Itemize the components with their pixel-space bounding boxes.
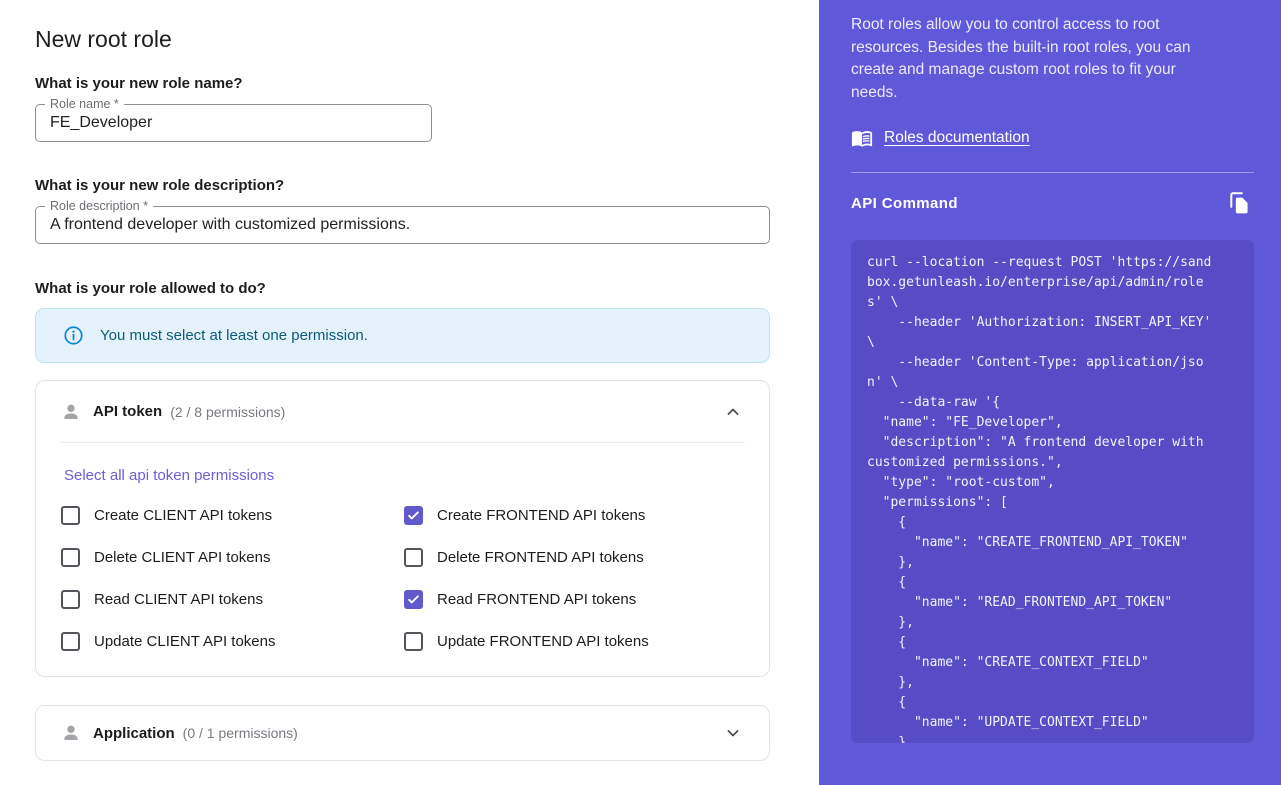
api-token-accordion: API token (2 / 8 permissions) Select all… bbox=[35, 380, 770, 677]
permissions-grid: Create CLIENT API tokens Create FRONTEND… bbox=[61, 506, 745, 651]
permission-row[interactable]: Delete FRONTEND API tokens bbox=[404, 548, 745, 567]
checkbox[interactable] bbox=[404, 632, 423, 651]
application-accordion: Application (0 / 1 permissions) bbox=[35, 705, 770, 761]
root-roles-description: Root roles allow you to control access t… bbox=[851, 14, 1241, 104]
permission-label: Create FRONTEND API tokens bbox=[437, 507, 645, 524]
role-name-field: Role name * bbox=[35, 104, 432, 142]
application-accordion-header[interactable]: Application (0 / 1 permissions) bbox=[36, 706, 769, 760]
accordion-title: API token bbox=[93, 403, 162, 420]
permissions-info-alert: You must select at least one permission. bbox=[35, 308, 770, 363]
role-description-question: What is your new role description? bbox=[35, 177, 284, 194]
role-permissions-question: What is your role allowed to do? bbox=[35, 280, 266, 297]
permission-row[interactable]: Create CLIENT API tokens bbox=[61, 506, 404, 525]
select-all-api-token-permissions-link[interactable]: Select all api token permissions bbox=[64, 467, 274, 484]
book-icon bbox=[851, 127, 873, 149]
role-name-field-label: Role name * bbox=[45, 96, 124, 113]
permission-label: Delete FRONTEND API tokens bbox=[437, 549, 644, 566]
permission-label: Read CLIENT API tokens bbox=[94, 591, 263, 608]
checkbox[interactable] bbox=[404, 548, 423, 567]
permission-label: Delete CLIENT API tokens bbox=[94, 549, 270, 566]
accordion-divider bbox=[60, 442, 745, 443]
curl-command-text: curl --location --request POST 'https://… bbox=[851, 240, 1254, 743]
permission-row[interactable]: Create FRONTEND API tokens bbox=[404, 506, 745, 525]
checkbox[interactable] bbox=[404, 590, 423, 609]
sidebar-divider bbox=[851, 172, 1254, 173]
api-command-title: API Command bbox=[851, 195, 958, 212]
permission-label: Update CLIENT API tokens bbox=[94, 633, 276, 650]
person-icon bbox=[60, 401, 82, 423]
copy-command-button[interactable] bbox=[1224, 188, 1254, 218]
chevron-up-icon[interactable] bbox=[721, 400, 745, 424]
checkbox[interactable] bbox=[61, 506, 80, 525]
api-token-accordion-header[interactable]: API token (2 / 8 permissions) bbox=[36, 381, 769, 442]
permission-label: Read FRONTEND API tokens bbox=[437, 591, 636, 608]
checkbox[interactable] bbox=[404, 506, 423, 525]
api-command-header: API Command bbox=[851, 188, 1254, 218]
role-description-field: Role description * bbox=[35, 206, 770, 244]
permission-row[interactable]: Update FRONTEND API tokens bbox=[404, 632, 745, 651]
page-title: New root role bbox=[35, 26, 172, 53]
checkbox[interactable] bbox=[61, 632, 80, 651]
info-icon bbox=[63, 325, 84, 346]
role-name-question: What is your new role name? bbox=[35, 75, 243, 92]
permission-row[interactable]: Read FRONTEND API tokens bbox=[404, 590, 745, 609]
info-sidebar: Root roles allow you to control access t… bbox=[819, 0, 1281, 785]
checkbox[interactable] bbox=[61, 548, 80, 567]
permission-row[interactable]: Update CLIENT API tokens bbox=[61, 632, 404, 651]
person-icon bbox=[60, 722, 82, 744]
new-root-role-screen: New root role What is your new role name… bbox=[0, 0, 1281, 785]
permission-label: Create CLIENT API tokens bbox=[94, 507, 272, 524]
permission-label: Update FRONTEND API tokens bbox=[437, 633, 649, 650]
permission-row[interactable]: Read CLIENT API tokens bbox=[61, 590, 404, 609]
alert-text: You must select at least one permission. bbox=[100, 327, 368, 344]
role-description-field-label: Role description * bbox=[45, 198, 153, 215]
api-command-code-block: curl --location --request POST 'https://… bbox=[851, 240, 1254, 743]
docs-link-row: Roles documentation bbox=[851, 127, 1030, 149]
accordion-title: Application bbox=[93, 725, 175, 742]
chevron-down-icon[interactable] bbox=[721, 721, 745, 745]
copy-icon bbox=[1226, 190, 1252, 216]
accordion-permission-count: (0 / 1 permissions) bbox=[183, 725, 298, 741]
roles-documentation-link[interactable]: Roles documentation bbox=[884, 129, 1030, 147]
role-form-panel: New root role What is your new role name… bbox=[0, 0, 819, 785]
permission-row[interactable]: Delete CLIENT API tokens bbox=[61, 548, 404, 567]
checkbox[interactable] bbox=[61, 590, 80, 609]
accordion-permission-count: (2 / 8 permissions) bbox=[170, 404, 285, 420]
